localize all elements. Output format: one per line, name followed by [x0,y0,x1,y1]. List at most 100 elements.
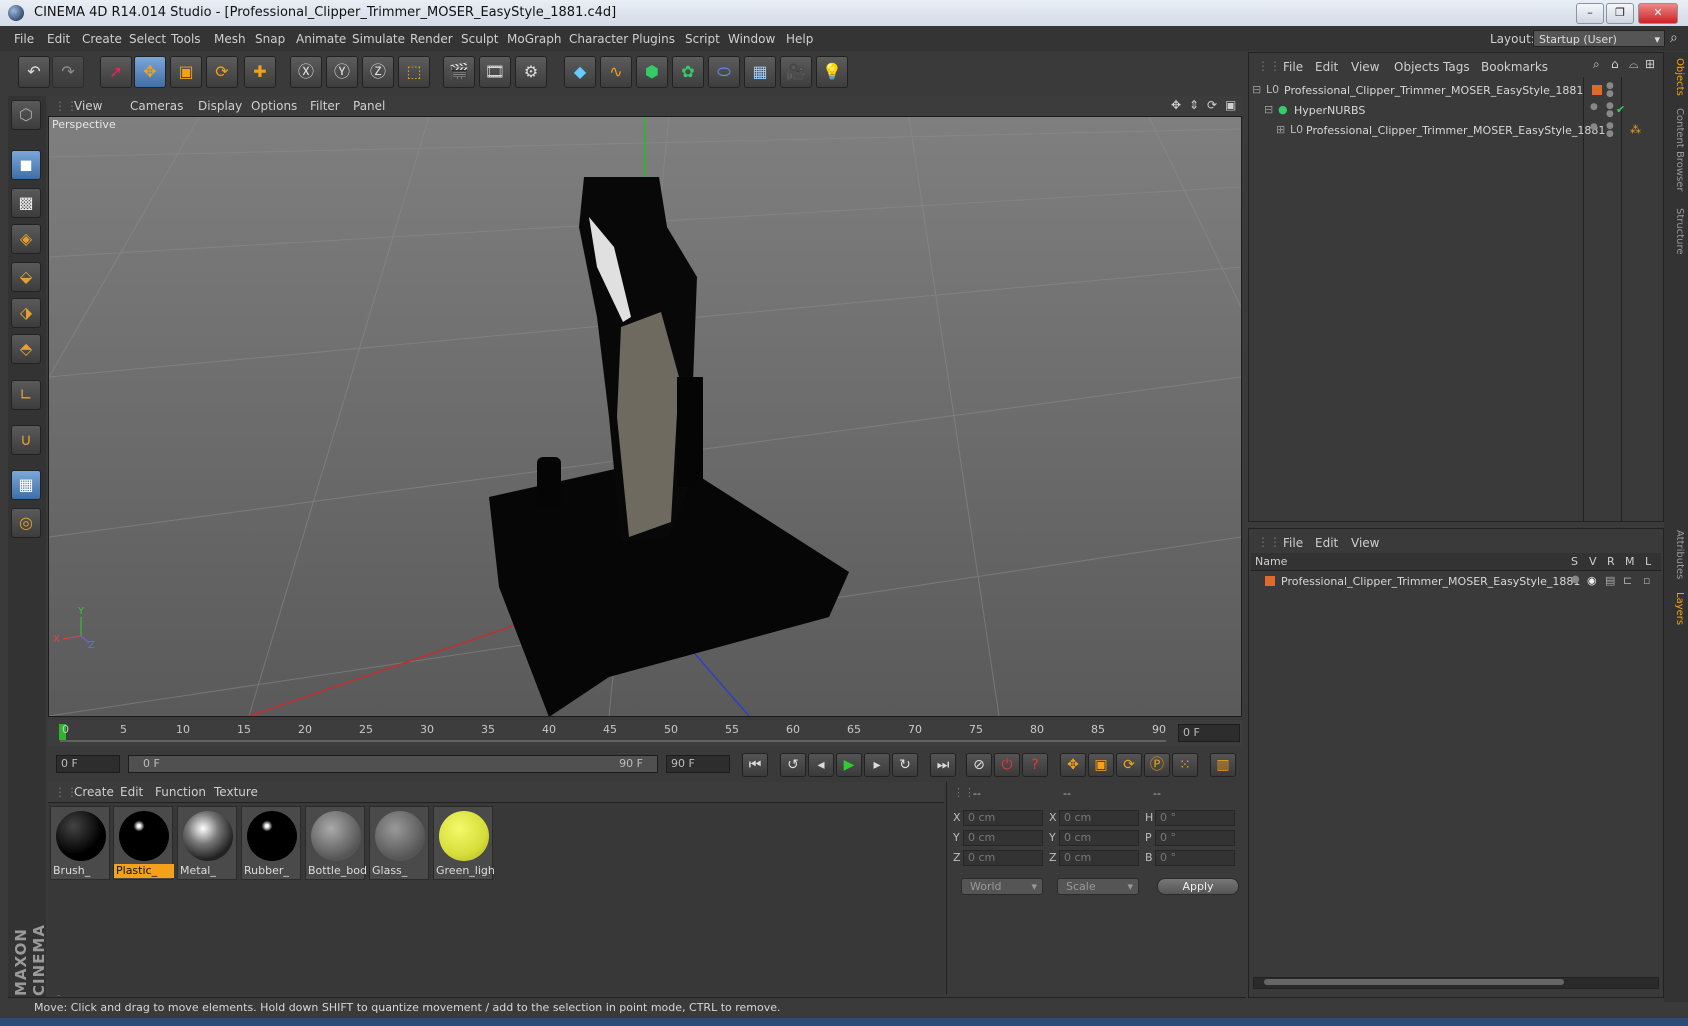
checkmark-icon[interactable]: ✔ [1616,103,1625,116]
objects-menu-edit[interactable]: Edit [1315,60,1338,74]
material-brush[interactable]: Brush_ [50,806,110,880]
new-window-icon[interactable]: ⊞ [1645,57,1655,71]
current-frame-field[interactable]: 0 F [1178,724,1240,742]
timeline-window-button[interactable]: ▥ [1210,753,1236,777]
material-rubber[interactable]: Rubber_ [241,806,301,880]
column-view[interactable]: V [1589,555,1597,568]
start-frame-field[interactable]: 0 F [56,755,120,773]
tab-objects[interactable]: Objects [1667,58,1685,96]
objects-menu-bookmarks[interactable]: Bookmarks [1481,60,1548,74]
menu-mograph[interactable]: MoGraph [507,32,562,46]
close-button[interactable]: ✕ [1638,3,1678,24]
undo-button[interactable]: ↶ [18,56,50,88]
objects-menu-view[interactable]: View [1351,60,1379,74]
tree-expand-icon[interactable]: ⊞ [1276,123,1285,136]
material-menu-edit[interactable]: Edit [120,785,143,799]
layers-menu-file[interactable]: File [1283,536,1303,550]
viewport-zoom-icon[interactable]: ⇕ [1189,98,1199,112]
render-view-button[interactable]: 🎬 [443,56,475,88]
menu-plugins[interactable]: Plugins [632,32,675,46]
maximize-button[interactable]: ❐ [1606,3,1634,24]
scale-tool-button[interactable]: ▣ [170,56,202,88]
tab-attributes[interactable]: Attributes [1667,530,1685,579]
material-glass[interactable]: Glass_ [369,806,429,880]
material-menu-create[interactable]: Create [74,785,114,799]
menu-simulate[interactable]: Simulate [352,32,405,46]
viewport-menu-view[interactable]: View [74,99,102,113]
spline-button[interactable]: ∿ [600,56,632,88]
viewport-rotate-icon[interactable]: ⟳ [1207,98,1217,112]
search-icon[interactable]: ⌕ [1670,30,1678,46]
object-row-root[interactable]: ⊟ L0 Professional_Clipper_Trimmer_MOSER_… [1250,82,1660,100]
play-button[interactable]: ▶ [836,753,862,777]
render-settings-button[interactable]: ⚙ [515,56,547,88]
material-menu-texture[interactable]: Texture [214,785,258,799]
size-z-field[interactable]: 0 cm [1059,850,1139,866]
scrollbar-thumb[interactable] [1264,979,1564,985]
keyframe-selection-button[interactable]: ? [1022,753,1048,777]
viewport-menu-filter[interactable]: Filter [310,99,340,113]
layer-row[interactable]: Professional_Clipper_Trimmer_MOSER_EasyS… [1251,573,1661,591]
size-x-field[interactable]: 0 cm [1059,810,1139,826]
menu-help[interactable]: Help [786,32,813,46]
point-mode-button[interactable]: ⬙ [11,262,41,292]
layers-menu-view[interactable]: View [1351,536,1379,550]
material-metal[interactable]: Metal_ [177,806,237,880]
previous-frame-button[interactable]: ◂ [808,753,834,777]
record-active-objects-button[interactable]: ⊘ [966,753,992,777]
menu-file[interactable]: File [14,32,34,46]
menu-script[interactable]: Script [685,32,720,46]
material-menu-function[interactable]: Function [155,785,206,799]
column-name[interactable]: Name [1255,555,1287,568]
workplane-lock-button[interactable]: ▦ [11,470,41,500]
menu-character[interactable]: Character [569,32,628,46]
viewport-menu-panel[interactable]: Panel [353,99,385,113]
home-icon[interactable]: ⌂ [1611,57,1619,71]
material-bottle-body[interactable]: Bottle_bod [305,806,366,880]
nurbs-button[interactable]: ⬢ [636,56,668,88]
rotation-b-field[interactable]: 0 ° [1155,850,1235,866]
size-mode-select[interactable]: Scale ▾ [1057,878,1139,895]
next-frame-button[interactable]: ▸ [864,753,890,777]
menu-mesh[interactable]: Mesh [214,32,246,46]
viewport-pan-icon[interactable]: ✥ [1171,98,1181,112]
array-button[interactable]: ✿ [672,56,704,88]
column-render[interactable]: R [1607,555,1615,568]
transform-tool-button[interactable]: ✚ [244,56,276,88]
render-clapper-icon[interactable]: ▤ [1605,574,1615,587]
deformer-button[interactable]: ⬭ [708,56,740,88]
move-tool-button[interactable]: ✥ [134,56,166,88]
axis-mode-button[interactable]: ∟ [11,380,41,410]
workplane-mode-button[interactable]: ◈ [11,224,41,254]
layout-select[interactable]: Startup (User) ▾ [1533,30,1665,47]
y-axis-lock-button[interactable]: Ⓨ [326,56,358,88]
collapse-icon[interactable]: ⌓ [1629,57,1639,72]
position-x-field[interactable]: 0 cm [963,810,1043,826]
light-button[interactable]: 💡 [816,56,848,88]
material-green-light[interactable]: Green_ligh [433,806,494,880]
layer-color-swatch[interactable] [1592,85,1602,95]
menu-sculpt[interactable]: Sculpt [461,32,498,46]
apply-button[interactable]: Apply [1157,878,1239,895]
manager-tree-icon[interactable]: ⊏ [1623,574,1632,587]
material-plastic[interactable]: Plastic_ [113,806,174,880]
objects-menu-tags[interactable]: Tags [1443,60,1470,74]
camera-button[interactable]: 🎥 [780,56,812,88]
visibility-dots-icon[interactable]: ● ● [1606,102,1614,119]
record-parameter-button[interactable]: Ⓟ [1144,753,1170,777]
coordinate-system-button[interactable]: ⬚ [398,56,430,88]
coordinate-space-select[interactable]: World ▾ [961,878,1043,895]
timeline-ruler[interactable]: 0 5 10 15 20 25 30 35 40 45 50 55 60 65 … [48,720,1242,746]
record-rotation-button[interactable]: ⟳ [1116,753,1142,777]
soft-selection-button[interactable]: ◎ [11,508,41,538]
viewport-maximize-icon[interactable]: ▣ [1225,98,1236,112]
frame-range-slider[interactable]: 0 F 90 F [128,755,658,773]
snap-button[interactable]: ∪ [11,425,41,455]
menu-render[interactable]: Render [410,32,453,46]
z-axis-lock-button[interactable]: Ⓩ [362,56,394,88]
dot-icon[interactable]: ● [1590,102,1598,112]
menu-window[interactable]: Window [728,32,775,46]
size-y-field[interactable]: 0 cm [1059,830,1139,846]
menu-edit[interactable]: Edit [47,32,70,46]
search-icon[interactable]: ⌕ [1593,57,1600,72]
